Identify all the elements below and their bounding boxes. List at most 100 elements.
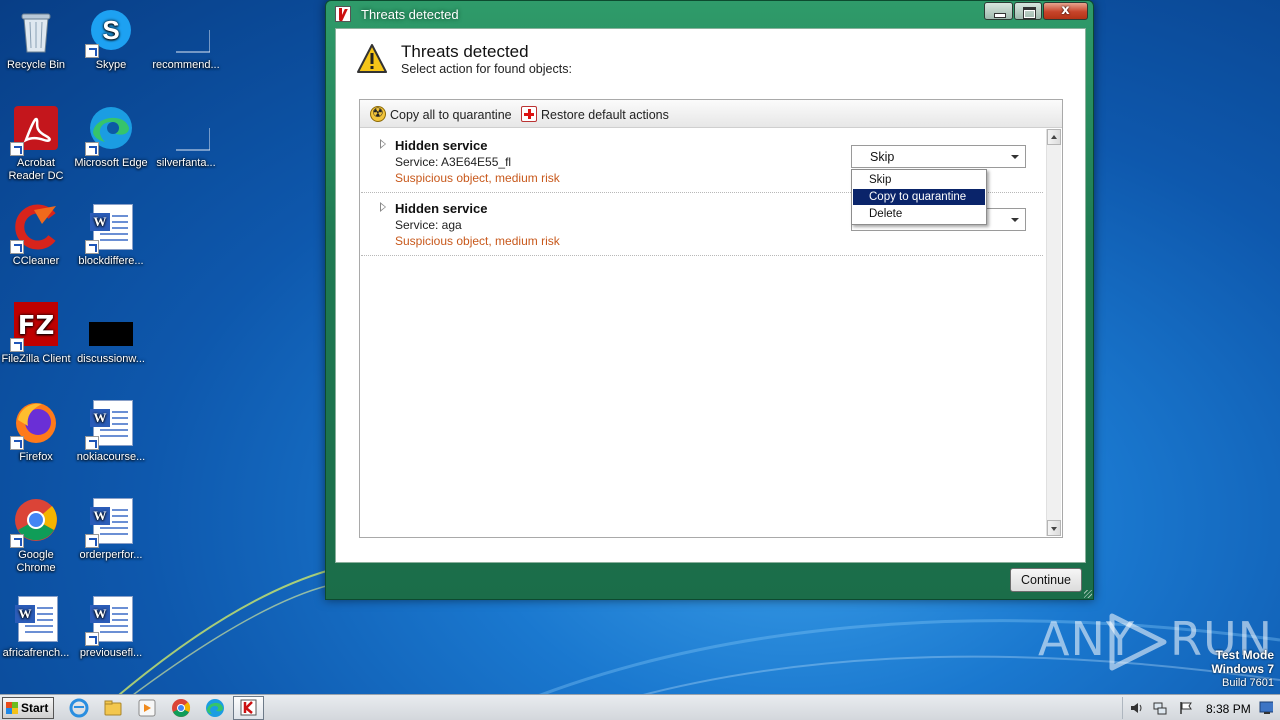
black-file-icon — [87, 302, 135, 350]
word-doc-icon: W — [12, 596, 60, 644]
word-doc-icon: W — [85, 400, 135, 450]
restore-default-actions-button[interactable]: Restore default actions — [521, 106, 669, 122]
continue-button[interactable]: Continue — [1010, 568, 1082, 592]
threat-name: Hidden service — [395, 201, 488, 216]
desktop-icon-label: CCleaner — [12, 255, 60, 267]
close-icon: x — [1061, 3, 1070, 18]
vertical-scrollbar[interactable] — [1046, 129, 1061, 536]
desktop-icon-nokiacourse[interactable]: W nokiacourse... — [73, 400, 149, 464]
desktop-icon-label: recommend... — [152, 59, 220, 71]
media-player-icon[interactable] — [137, 698, 157, 718]
desktop-icon-filezilla[interactable]: FZ FileZilla Client — [0, 302, 74, 366]
desktop-icon-africafrench[interactable]: W africafrench... — [0, 596, 74, 660]
start-button[interactable]: Start — [2, 697, 54, 719]
desktop-icon-chrome[interactable]: Google Chrome — [0, 498, 74, 575]
expand-arrow-icon[interactable] — [380, 139, 386, 149]
chrome-icon[interactable] — [171, 698, 191, 718]
desktop-icon-label: orderperfor... — [79, 549, 143, 561]
threat-name: Hidden service — [395, 138, 488, 153]
window-title: Threats detected — [361, 7, 459, 22]
word-doc-icon: W — [85, 596, 135, 646]
explorer-icon[interactable] — [103, 698, 123, 718]
firefox-icon — [10, 400, 60, 450]
desktop-icon-label: blockdiffere... — [78, 255, 144, 267]
os-label: Windows 7 — [1211, 662, 1274, 676]
dropdown-option-copy-to-quarantine[interactable]: Copy to quarantine — [853, 189, 985, 205]
volume-icon[interactable] — [1129, 701, 1143, 715]
flag-icon[interactable] — [1179, 701, 1193, 715]
acrobat-icon — [10, 106, 60, 156]
radiation-icon — [370, 105, 386, 122]
minimize-button[interactable] — [984, 2, 1013, 20]
skype-icon: S — [85, 8, 135, 58]
test-mode-notice: Test Mode Windows 7 Build 7601 — [1211, 648, 1274, 690]
window-content: Threats detected Select action for found… — [335, 28, 1086, 563]
blank-file-icon — [162, 8, 211, 56]
desktop-icon-label: discussionw... — [77, 353, 145, 365]
shortcut-arrow-icon — [85, 142, 99, 156]
dropdown-option-delete[interactable]: Delete — [853, 206, 985, 222]
threat-service: Service: A3E64E55_fl — [395, 155, 512, 169]
desktop-icon-label: FileZilla Client — [1, 353, 71, 365]
desktop-icon-firefox[interactable]: Firefox — [0, 400, 74, 464]
clock[interactable]: 8:38 PM — [1206, 702, 1251, 716]
header-subtitle: Select action for found objects: — [401, 62, 572, 76]
scroll-down-button[interactable] — [1047, 520, 1061, 536]
shortcut-arrow-icon — [85, 632, 99, 646]
maximize-button[interactable] — [1014, 2, 1042, 20]
desktop-icon-silverfanta[interactable]: silverfanta... — [148, 106, 224, 170]
test-mode-label: Test Mode — [1215, 648, 1274, 662]
shortcut-arrow-icon — [10, 142, 24, 156]
word-doc-icon: W — [85, 204, 135, 254]
desktop-icon-label: Firefox — [19, 451, 53, 463]
svg-text:S: S — [102, 15, 119, 45]
close-button[interactable]: x — [1043, 2, 1088, 20]
desktop-icon-label: silverfanta... — [156, 157, 216, 169]
edge-icon[interactable] — [205, 698, 225, 718]
build-label: Build 7601 — [1222, 677, 1274, 689]
threats-window: Threats detected x Threats detected Sele… — [325, 0, 1094, 600]
recycle-bin-icon — [12, 8, 60, 56]
svg-text:FZ: FZ — [18, 311, 55, 341]
desktop-icon-label: Recycle Bin — [6, 59, 66, 71]
resize-grip[interactable] — [1084, 590, 1092, 598]
ie-icon[interactable] — [69, 698, 89, 718]
copy-all-to-quarantine-button[interactable]: Copy all to quarantine — [370, 105, 512, 122]
network-icon[interactable] — [1153, 701, 1167, 715]
kaspersky-icon — [240, 699, 257, 716]
warning-icon — [357, 44, 387, 73]
desktop-icon-blockdiffere[interactable]: W blockdiffere... — [73, 204, 149, 268]
taskbar-kaspersky-button[interactable] — [233, 696, 264, 720]
restore-label: Restore default actions — [541, 108, 669, 122]
kaspersky-icon — [335, 6, 351, 22]
scroll-up-button[interactable] — [1047, 129, 1061, 145]
taskbar: Start 8:38 PM — [0, 694, 1280, 720]
shortcut-arrow-icon — [10, 338, 24, 352]
desktop-icon-recycle-bin[interactable]: Recycle Bin — [0, 8, 74, 72]
desktop-icon-previousefl[interactable]: W previousefl... — [73, 596, 149, 660]
action-select[interactable]: Skip — [851, 145, 1026, 168]
shortcut-arrow-icon — [85, 436, 99, 450]
shortcut-arrow-icon — [10, 534, 24, 548]
desktop-icon-edge[interactable]: Microsoft Edge — [73, 106, 149, 170]
threat-risk: Suspicious object, medium risk — [395, 171, 560, 185]
desktop-icon-ccleaner[interactable]: CCleaner — [0, 204, 74, 268]
expand-arrow-icon[interactable] — [380, 202, 386, 212]
desktop-icon-recommend[interactable]: recommend... — [148, 8, 224, 72]
edge-icon — [85, 106, 135, 156]
desktop-icon-orderperfor[interactable]: W orderperfor... — [73, 498, 149, 562]
desktop-icon-label: Acrobat Reader DC — [8, 157, 64, 182]
dropdown-option-skip[interactable]: Skip — [853, 172, 985, 188]
threats-toolbar: Copy all to quarantine Restore default a… — [360, 100, 1062, 128]
shortcut-arrow-icon — [10, 240, 24, 254]
filezilla-icon: FZ — [10, 302, 60, 352]
desktop-icon-acrobat[interactable]: Acrobat Reader DC — [0, 106, 74, 183]
threat-service: Service: aga — [395, 218, 462, 232]
copy-all-label: Copy all to quarantine — [390, 108, 512, 122]
header-title: Threats detected — [401, 42, 529, 61]
chevron-down-icon — [1011, 218, 1019, 222]
desktop-icon-skype[interactable]: S Skype — [73, 8, 149, 72]
show-desktop-icon[interactable] — [1259, 701, 1273, 715]
desktop-icon-discussionw[interactable]: discussionw... — [73, 302, 149, 366]
threats-panel: Copy all to quarantine Restore default a… — [359, 99, 1063, 538]
